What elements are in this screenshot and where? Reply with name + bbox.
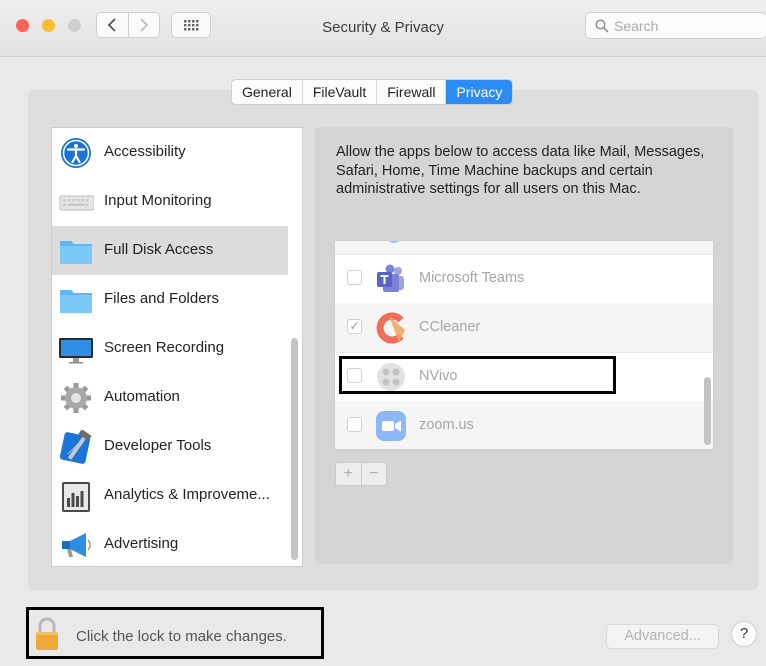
app-icon-partial [388,241,400,243]
list-item [335,241,713,255]
sidebar-item-label: Screen Recording [104,339,225,356]
sidebar-item-label: Full Disk Access [104,241,214,258]
privacy-description: Allow the apps below to access data like… [336,144,705,197]
sidebar-item-input-monitoring[interactable]: Input Monitoring [52,177,288,226]
sidebar-item-label: Automation [104,388,180,405]
privacy-category-list: Accessibility Input Monitoring Full Disk… [51,127,303,567]
sidebar-item-automation[interactable]: Automation [52,373,288,422]
gear-icon [61,383,91,413]
app-list: Microsoft Teams ✓ CCleaner NVivo zoom.us [334,240,714,450]
folder-icon [60,241,92,264]
list-item: zoom.us [335,401,713,449]
sidebar-item-label: Accessibility [104,143,186,160]
app-list-scrollbar[interactable] [704,377,711,445]
search-input[interactable]: Search [585,12,766,39]
remove-app-button[interactable]: − [362,463,387,485]
folder-icon [60,290,92,313]
analytics-icon [62,482,90,512]
app-label: zoom.us [419,417,474,433]
sidebar-item-label: Advertising [104,535,179,552]
accessibility-icon [61,138,91,168]
search-icon [595,19,609,33]
tab-general[interactable]: General [232,80,303,104]
app-checkbox[interactable] [347,417,362,432]
list-item: ✓ CCleaner [335,303,713,353]
sidebar-item-label: Developer Tools [104,437,212,454]
sidebar-item-files-and-folders[interactable]: Files and Folders [52,275,288,324]
list-item: Microsoft Teams [335,254,713,304]
lock-status-text[interactable]: Click the lock to make changes. [76,628,287,645]
help-button[interactable]: ? [731,621,757,647]
display-icon [59,338,93,364]
app-label: CCleaner [419,319,481,335]
sidebar-item-analytics[interactable]: Analytics & Improveme... [52,471,288,520]
nvivo-highlight-box [339,356,616,394]
hammer-icon [59,430,92,464]
sidebar-item-full-disk-access[interactable]: Full Disk Access [52,226,288,275]
app-checkbox[interactable] [347,270,362,285]
app-checkbox[interactable]: ✓ [347,319,362,334]
search-placeholder: Search [614,18,659,34]
tab-firewall[interactable]: Firewall [377,80,447,104]
tab-bar: General FileVault Firewall Privacy [231,79,514,105]
advanced-button[interactable]: Advanced... [606,624,719,649]
tab-privacy[interactable]: Privacy [446,80,513,104]
sidebar-item-screen-recording[interactable]: Screen Recording [52,324,288,373]
teams-icon [377,264,404,292]
sidebar-item-label: Analytics & Improveme... [104,486,270,503]
sidebar-item-label: Files and Folders [104,290,220,307]
add-app-button[interactable]: + [336,463,362,485]
zoom-icon [376,411,406,441]
keyboard-icon [59,195,94,211]
add-remove-control: + − [335,462,387,486]
sidebar-item-developer-tools[interactable]: Developer Tools [52,422,288,471]
lock-icon[interactable] [34,615,60,653]
sidebar-item-label: Input Monitoring [104,192,212,209]
ccleaner-icon [376,312,405,344]
sidebar-item-accessibility[interactable]: Accessibility [52,128,288,177]
sidebar-item-advertising[interactable]: Advertising [52,520,288,566]
megaphone-icon [62,533,91,557]
title-bar: Security & Privacy Search [0,0,766,57]
sidebar-scrollbar[interactable] [291,338,298,560]
tab-filevault[interactable]: FileVault [303,80,378,104]
app-label: Microsoft Teams [419,270,525,286]
